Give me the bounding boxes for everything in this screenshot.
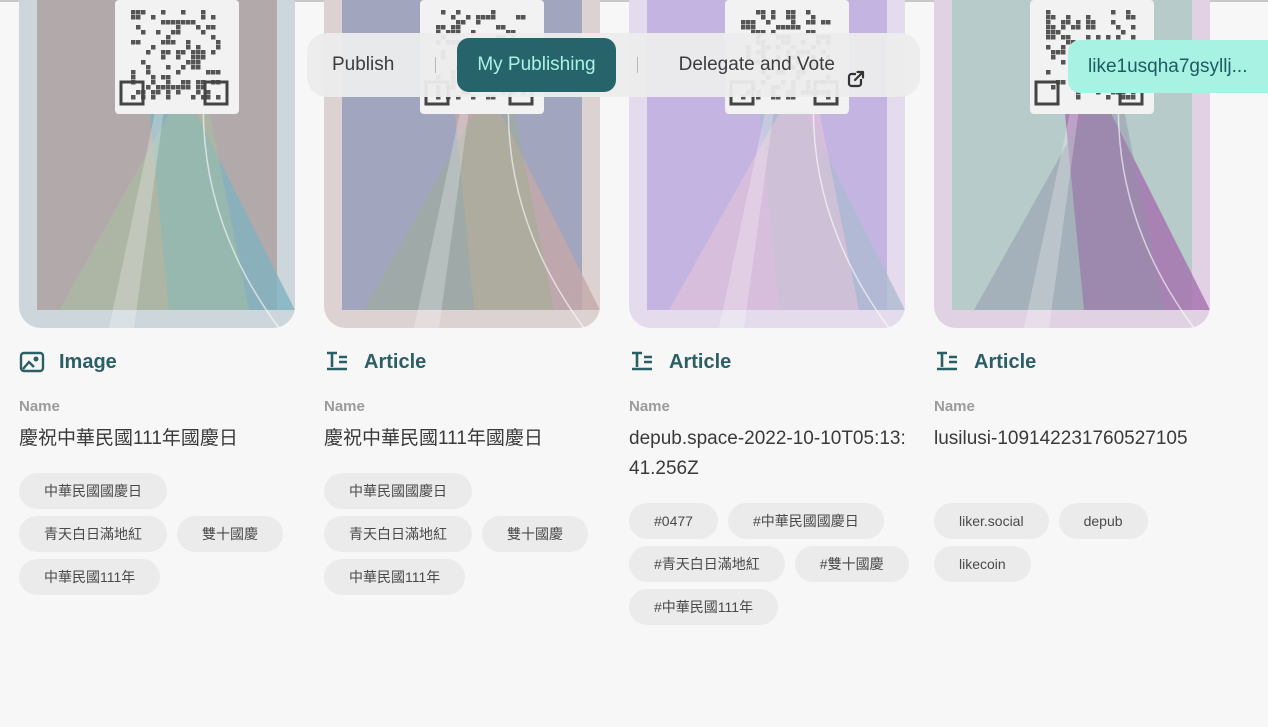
content-type: Article xyxy=(934,348,1036,376)
content-type-label: Image xyxy=(59,350,117,373)
wallet-address-button[interactable]: like1usqha7gsyllj... xyxy=(1068,40,1268,93)
content-type: Image xyxy=(19,348,117,376)
tag-chip[interactable]: 青天白日滿地紅 xyxy=(19,516,167,552)
content-type-label: Article xyxy=(364,350,427,373)
article-icon xyxy=(629,349,655,375)
tag-list: 中華民國國慶日 青天白日滿地紅 雙十國慶 中華民國111年 xyxy=(324,473,614,595)
tag-chip[interactable]: likecoin xyxy=(934,546,1031,582)
content-type: Article xyxy=(324,348,426,376)
nav-my-publishing-label: My Publishing xyxy=(477,54,596,75)
nav-publish[interactable]: Publish xyxy=(332,38,394,92)
nav-delegate-and-vote[interactable]: Delegate and Vote xyxy=(679,38,865,92)
nav-delegate-label: Delegate and Vote xyxy=(678,54,835,75)
content-type-label: Article xyxy=(974,350,1037,373)
nav-publish-label: Publish xyxy=(332,54,395,75)
tag-chip[interactable]: #青天白日滿地紅 xyxy=(629,546,785,582)
nav-my-publishing[interactable]: My Publishing xyxy=(457,38,616,92)
tag-chip[interactable]: liker.social xyxy=(934,503,1049,539)
tag-chip[interactable]: 青天白日滿地紅 xyxy=(324,516,472,552)
tag-chip[interactable]: depub xyxy=(1058,503,1148,539)
image-icon xyxy=(19,349,45,375)
tag-chip[interactable]: 中華民國國慶日 xyxy=(324,473,472,509)
name-label: Name xyxy=(324,398,365,415)
tag-list: liker.social depub likecoin xyxy=(934,503,1224,582)
external-link-icon xyxy=(847,56,865,88)
tag-chip[interactable]: 中華民國111年 xyxy=(324,559,466,595)
nav-separator xyxy=(435,57,437,73)
tag-chip[interactable]: #中華民國國慶日 xyxy=(727,503,884,539)
tag-chip[interactable]: #雙十國慶 xyxy=(794,546,909,582)
content-name: 慶祝中華民國111年國慶日 xyxy=(324,428,543,449)
content-type: Article xyxy=(629,348,731,376)
tag-chip[interactable]: #中華民國111年 xyxy=(629,589,779,625)
nav-separator xyxy=(636,57,638,73)
tag-chip[interactable]: #0477 xyxy=(629,503,718,539)
main-navigation: Publish My Publishing Delegate and Vote xyxy=(307,33,920,97)
tag-chip[interactable]: 中華民國國慶日 xyxy=(19,473,167,509)
content-name: 慶祝中華民國111年國慶日 xyxy=(19,428,238,449)
tag-chip[interactable]: 雙十國慶 xyxy=(177,516,283,552)
tag-chip[interactable]: 中華民國111年 xyxy=(19,559,161,595)
name-label: Name xyxy=(19,398,60,415)
article-icon xyxy=(934,349,960,375)
tag-list: #0477 #中華民國國慶日 #青天白日滿地紅 #雙十國慶 #中華民國111年 xyxy=(629,503,919,625)
content-name: depub.space-2022-10-10T05:13:41.256Z xyxy=(629,428,906,479)
tag-list: 中華民國國慶日 青天白日滿地紅 雙十國慶 中華民國111年 xyxy=(19,473,309,595)
name-label: Name xyxy=(934,398,975,415)
nft-preview-image[interactable] xyxy=(19,0,295,328)
publishing-card-grid: Image Name 慶祝中華民國111年國慶日 中華民國國慶日 青天白日滿地紅雙… xyxy=(0,0,1268,727)
name-label: Name xyxy=(629,398,670,415)
content-name: lusilusi-109142231760527105 xyxy=(934,428,1188,449)
tag-chip[interactable]: 雙十國慶 xyxy=(482,516,588,552)
content-type-label: Article xyxy=(669,350,732,373)
article-icon xyxy=(324,349,350,375)
